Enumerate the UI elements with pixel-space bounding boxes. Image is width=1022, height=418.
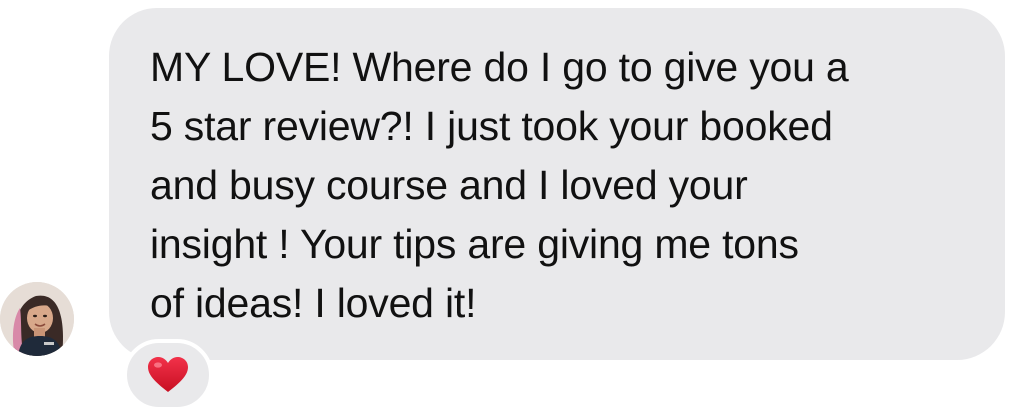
red-heart-icon (148, 357, 188, 392)
dm-thread: MY LOVE! Where do I go to give you a 5 s… (0, 0, 1022, 418)
message-text: MY LOVE! Where do I go to give you a 5 s… (150, 44, 849, 326)
message-bubble[interactable]: MY LOVE! Where do I go to give you a 5 s… (109, 8, 1005, 360)
reaction-badge[interactable] (123, 339, 213, 411)
sender-avatar[interactable] (0, 282, 74, 356)
profile-photo-icon (0, 282, 74, 356)
